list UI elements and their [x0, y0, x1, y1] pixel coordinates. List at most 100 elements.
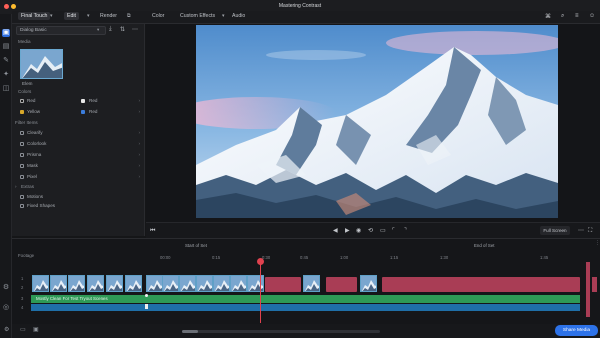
zoom-slider-thumb[interactable] — [182, 330, 198, 333]
effects-icon[interactable]: ✦ — [2, 71, 10, 79]
filter-item[interactable]: Pixel — [27, 174, 37, 179]
fullscreen-icon[interactable]: ⛶ — [588, 228, 592, 234]
export-button[interactable]: Share Media — [555, 325, 598, 336]
playhead-handle[interactable] — [257, 258, 264, 265]
stop-icon[interactable]: ◉ — [356, 228, 361, 234]
chevron-right-icon[interactable]: › — [139, 98, 141, 103]
menu-item-custom-effects[interactable]: Custom Effects — [180, 13, 215, 19]
color-swatch[interactable] — [81, 110, 85, 114]
menu-item-color[interactable]: Color — [152, 13, 164, 19]
track-number: 3 — [21, 296, 24, 301]
menu-item-edit[interactable]: Edit — [64, 12, 79, 20]
clip-thumbnail[interactable] — [196, 275, 213, 292]
audio-track[interactable] — [31, 304, 580, 311]
color-swatch[interactable] — [20, 110, 24, 114]
extras-item[interactable]: Fixed Shapes — [27, 203, 55, 208]
clip-thumbnail[interactable] — [179, 275, 196, 292]
clip-end-handle[interactable] — [586, 262, 590, 317]
menu-item-render[interactable]: Render — [100, 13, 117, 19]
fit-dropdown[interactable]: Full Screen — [540, 226, 570, 235]
clip-thumbnail[interactable] — [87, 275, 104, 292]
clip-thumbnail[interactable] — [106, 275, 123, 292]
sort-icon[interactable]: ⇅ — [120, 26, 125, 33]
mark-in-icon[interactable]: ⌜ — [392, 228, 395, 234]
ruler-tick: 00:00 — [160, 255, 171, 260]
video-clip[interactable] — [592, 277, 597, 292]
playhead[interactable] — [260, 262, 261, 323]
clip-thumbnail[interactable] — [360, 275, 377, 292]
clip-thumbnail[interactable] — [32, 275, 49, 292]
clip-thumbnail[interactable] — [213, 275, 230, 292]
chevron-down-icon[interactable]: ▾ — [87, 13, 90, 19]
loop-icon[interactable]: ⟲ — [368, 228, 373, 234]
clip-thumbnail[interactable] — [68, 275, 85, 292]
import-icon[interactable]: ⤓ — [109, 26, 112, 33]
zoom-slider[interactable] — [182, 330, 380, 333]
left-icon-rail: ▣ ▤ ✎ ✦ ◫ ⚙ ◎ — [0, 14, 12, 338]
mark-out-icon[interactable]: ⌝ — [404, 228, 407, 234]
menu-chevron-icon[interactable]: ▾ — [50, 13, 53, 19]
filter-item[interactable]: Colorlook — [27, 141, 46, 146]
step-back-icon[interactable]: ⏮ — [150, 228, 155, 234]
menu-item-audio[interactable]: Audio — [232, 13, 245, 19]
notifications-icon[interactable]: ⌘ — [545, 13, 551, 20]
clip-thumbnail[interactable] — [162, 275, 179, 292]
search-input[interactable]: Dialog Basic — [16, 26, 106, 35]
clip-thumbnail[interactable] — [125, 275, 142, 292]
play-icon[interactable]: ▶ — [345, 228, 350, 234]
color-label: Red — [27, 98, 36, 103]
overflow-icon[interactable]: ⋯ — [578, 228, 584, 234]
filter-item[interactable]: Mask — [27, 163, 38, 168]
shape-icon — [20, 204, 24, 208]
chevron-right-icon[interactable]: › — [139, 130, 141, 135]
prev-frame-icon[interactable]: ◀ — [333, 228, 338, 234]
chevron-right-icon[interactable]: › — [139, 152, 141, 157]
folder-icon[interactable]: ▭ — [20, 326, 26, 333]
clip-icon[interactable]: ▭ — [380, 228, 386, 234]
chevron-down-icon[interactable]: ▾ — [222, 13, 225, 19]
sliders-icon[interactable]: ≡ — [575, 13, 579, 19]
snap-icon[interactable]: ▣ — [33, 326, 39, 333]
audio-track[interactable] — [31, 295, 580, 303]
chevron-right-icon[interactable]: › — [139, 109, 141, 114]
media-thumbnail[interactable] — [20, 49, 63, 79]
text-icon[interactable]: ▤ — [2, 43, 10, 51]
keyframe[interactable] — [145, 294, 148, 297]
color-swatch[interactable] — [20, 99, 24, 103]
gear-icon[interactable]: ⚙ — [4, 326, 9, 333]
more-icon[interactable]: ⋯ — [132, 26, 138, 33]
chevron-right-icon[interactable]: › — [139, 163, 141, 168]
video-preview[interactable] — [196, 25, 558, 218]
user-icon[interactable]: ☺ — [589, 13, 595, 19]
split-icon[interactable]: ⧉ — [127, 13, 131, 20]
filter-item[interactable]: Prisma — [27, 152, 41, 157]
keyframe[interactable] — [145, 304, 148, 309]
track-number: 4 — [21, 305, 24, 310]
chevron-right-icon[interactable]: › — [15, 184, 17, 189]
media-icon[interactable]: ▣ — [2, 29, 10, 37]
brush-icon[interactable]: ✎ — [2, 57, 10, 65]
chevron-right-icon[interactable]: › — [139, 174, 141, 179]
filter-item[interactable]: Clearify — [27, 130, 43, 135]
clip-thumbnail[interactable] — [230, 275, 247, 292]
marker-end: End of Set — [474, 243, 495, 248]
scroll-icon[interactable]: ⋮ — [595, 240, 600, 246]
clip-thumbnail[interactable] — [247, 275, 264, 292]
color-swatch[interactable] — [81, 99, 85, 103]
video-clip[interactable] — [265, 277, 301, 292]
layers-icon[interactable]: ◫ — [2, 85, 10, 93]
extras-item[interactable]: Motions — [27, 194, 43, 199]
search-icon[interactable]: ⌕ — [561, 13, 564, 20]
chevron-down-icon[interactable]: ▾ — [97, 27, 99, 33]
video-clip[interactable] — [382, 277, 580, 292]
clip-thumbnail[interactable] — [303, 275, 320, 292]
clip-thumbnail[interactable] — [50, 275, 67, 292]
settings-icon[interactable]: ⚙ — [2, 284, 10, 292]
video-clip[interactable] — [326, 277, 357, 292]
marker-start: Start of Set — [185, 243, 207, 248]
filter-icon — [20, 164, 24, 168]
help-icon[interactable]: ◎ — [2, 304, 10, 312]
clip-thumbnail[interactable] — [146, 275, 163, 292]
menu-item-final-touch[interactable]: Final Touch — [18, 12, 51, 20]
chevron-right-icon[interactable]: › — [139, 141, 141, 146]
